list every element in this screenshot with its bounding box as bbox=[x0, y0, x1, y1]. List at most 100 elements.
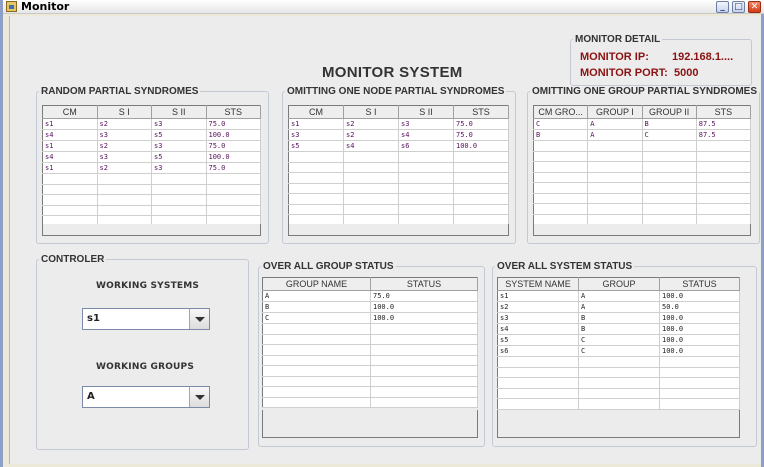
table-row-empty[interactable] bbox=[262, 365, 478, 377]
cell[interactable]: B bbox=[533, 129, 589, 141]
cell[interactable]: s2 bbox=[343, 118, 399, 130]
cell[interactable]: 87.5 bbox=[696, 118, 752, 130]
table-row-empty[interactable] bbox=[262, 334, 478, 345]
cell[interactable]: B bbox=[578, 323, 660, 335]
close-icon[interactable]: ✕ bbox=[748, 1, 761, 13]
cell[interactable]: 75.0 bbox=[453, 118, 509, 130]
table-row[interactable]: s6 C 100.0 bbox=[497, 345, 740, 357]
column-header-sts[interactable]: STS bbox=[696, 105, 752, 119]
cell[interactable]: s2 bbox=[97, 162, 152, 174]
cell[interactable]: s3 bbox=[97, 129, 152, 141]
cell[interactable]: 75.0 bbox=[453, 129, 509, 141]
table-row[interactable]: s1 s2 s3 75.0 bbox=[42, 140, 261, 152]
cell[interactable]: s3 bbox=[288, 129, 344, 141]
table-row[interactable]: B A C 87.5 bbox=[533, 129, 752, 141]
omit-group-table[interactable]: CM GRO... GROUP I GROUP II STS C A B 87.5 B… bbox=[533, 105, 752, 225]
cell[interactable]: s1 bbox=[497, 290, 579, 302]
table-row-empty[interactable] bbox=[533, 172, 752, 183]
table-row-empty[interactable] bbox=[262, 355, 478, 366]
table-row-empty[interactable] bbox=[533, 203, 752, 215]
working-groups-select[interactable]: A bbox=[82, 386, 210, 408]
cell[interactable]: A bbox=[262, 290, 371, 302]
cell[interactable]: s5 bbox=[288, 140, 344, 152]
column-header-cm-group[interactable]: CM GRO... bbox=[533, 105, 589, 119]
cell[interactable]: s1 bbox=[42, 118, 98, 130]
table-row[interactable]: s4 s3 s5 100.0 bbox=[42, 129, 261, 141]
table-row[interactable]: s1 A 100.0 bbox=[497, 290, 740, 302]
column-header-cm[interactable]: CM bbox=[288, 105, 344, 119]
cell[interactable]: 75.0 bbox=[206, 118, 261, 130]
cell[interactable]: 75.0 bbox=[370, 290, 478, 302]
cell[interactable]: s6 bbox=[497, 345, 579, 357]
system-status-table[interactable]: SYSTEM NAME GROUP STATUS s1 A 100.0 s2 A 50.… bbox=[497, 277, 740, 410]
table-row-empty[interactable] bbox=[288, 193, 509, 205]
cell[interactable]: A bbox=[587, 129, 643, 141]
table-row-empty[interactable] bbox=[262, 344, 478, 356]
table-row[interactable]: s3 B 100.0 bbox=[497, 312, 740, 324]
title-bar[interactable]: Monitor _ □ ✕ bbox=[3, 0, 764, 14]
group-status-table[interactable]: GROUP NAME STATUS A 75.0 B 100.0 C 100.0 bbox=[262, 277, 478, 408]
cell[interactable]: 100.0 bbox=[453, 140, 509, 152]
cell[interactable]: 75.0 bbox=[206, 140, 261, 152]
cell[interactable]: s6 bbox=[398, 140, 454, 152]
table-row[interactable]: A 75.0 bbox=[262, 290, 478, 302]
cell[interactable]: B bbox=[642, 118, 697, 130]
minimize-icon[interactable]: _ bbox=[716, 1, 729, 13]
table-row-empty[interactable] bbox=[42, 194, 261, 206]
cell[interactable]: s4 bbox=[42, 129, 98, 141]
table-row[interactable]: s5 s4 s6 100.0 bbox=[288, 140, 509, 152]
table-row-empty[interactable] bbox=[533, 182, 752, 194]
omit-node-table[interactable]: CM S I S II STS s1 s2 s3 75.0 s3 s2 s4 75.0 s5… bbox=[288, 105, 509, 226]
cell[interactable]: s5 bbox=[151, 129, 207, 141]
table-row-empty[interactable] bbox=[288, 183, 509, 194]
cell[interactable]: B bbox=[262, 301, 371, 313]
table-row-empty[interactable] bbox=[497, 367, 740, 378]
table-row-empty[interactable] bbox=[288, 162, 509, 173]
column-header-sts[interactable]: STS bbox=[453, 105, 509, 119]
table-row-empty[interactable] bbox=[42, 184, 261, 195]
chevron-down-icon[interactable] bbox=[189, 309, 209, 329]
table-row[interactable]: B 100.0 bbox=[262, 301, 478, 313]
table-row-empty[interactable] bbox=[262, 397, 478, 408]
table-row-empty[interactable] bbox=[533, 193, 752, 204]
column-header-group-2[interactable]: GROUP II bbox=[642, 105, 697, 119]
table-row[interactable]: C A B 87.5 bbox=[533, 118, 752, 130]
column-header-group[interactable]: GROUP bbox=[578, 277, 660, 291]
column-header-group-name[interactable]: GROUP NAME bbox=[262, 277, 371, 291]
cell[interactable]: 50.0 bbox=[659, 301, 740, 313]
cell[interactable]: s3 bbox=[151, 118, 207, 130]
table-row[interactable]: s4 B 100.0 bbox=[497, 323, 740, 335]
cell[interactable]: s3 bbox=[151, 140, 207, 152]
cell[interactable]: 100.0 bbox=[206, 129, 261, 141]
column-header-cm[interactable]: CM bbox=[42, 105, 98, 119]
column-header-status[interactable]: STATUS bbox=[370, 277, 478, 291]
cell[interactable]: s1 bbox=[42, 162, 98, 174]
cell[interactable]: 100.0 bbox=[370, 301, 478, 313]
cell[interactable]: C bbox=[578, 345, 660, 357]
table-row[interactable]: C 100.0 bbox=[262, 312, 478, 324]
cell[interactable]: s2 bbox=[97, 118, 152, 130]
cell[interactable]: s4 bbox=[398, 129, 454, 141]
table-row-empty[interactable] bbox=[262, 386, 478, 398]
table-row-empty[interactable] bbox=[533, 151, 752, 162]
chevron-down-icon[interactable] bbox=[189, 387, 209, 407]
random-syndromes-table[interactable]: CM S I S II STS s1 s2 s3 75.0 s4 s3 s5 100.0 s… bbox=[42, 105, 261, 227]
cell[interactable]: C bbox=[533, 118, 589, 130]
table-row[interactable]: s1 s2 s3 75.0 bbox=[42, 118, 261, 130]
table-row-empty[interactable] bbox=[533, 161, 752, 173]
table-row-empty[interactable] bbox=[288, 151, 509, 163]
table-row-empty[interactable] bbox=[533, 140, 752, 152]
cell[interactable]: 100.0 bbox=[206, 151, 261, 163]
cell[interactable]: s5 bbox=[497, 334, 579, 346]
table-row-empty[interactable] bbox=[288, 172, 509, 184]
table-row-empty[interactable] bbox=[497, 377, 740, 389]
maximize-icon[interactable]: □ bbox=[732, 1, 745, 13]
table-row[interactable]: s1 s2 s3 75.0 bbox=[288, 118, 509, 130]
cell[interactable]: s4 bbox=[343, 140, 399, 152]
table-row-empty[interactable] bbox=[497, 356, 740, 368]
table-row-empty[interactable] bbox=[262, 376, 478, 387]
table-row-empty[interactable] bbox=[497, 388, 740, 399]
table-row[interactable]: s2 A 50.0 bbox=[497, 301, 740, 313]
column-header-group-1[interactable]: GROUP I bbox=[587, 105, 643, 119]
column-header-system-name[interactable]: SYSTEM NAME bbox=[497, 277, 579, 291]
